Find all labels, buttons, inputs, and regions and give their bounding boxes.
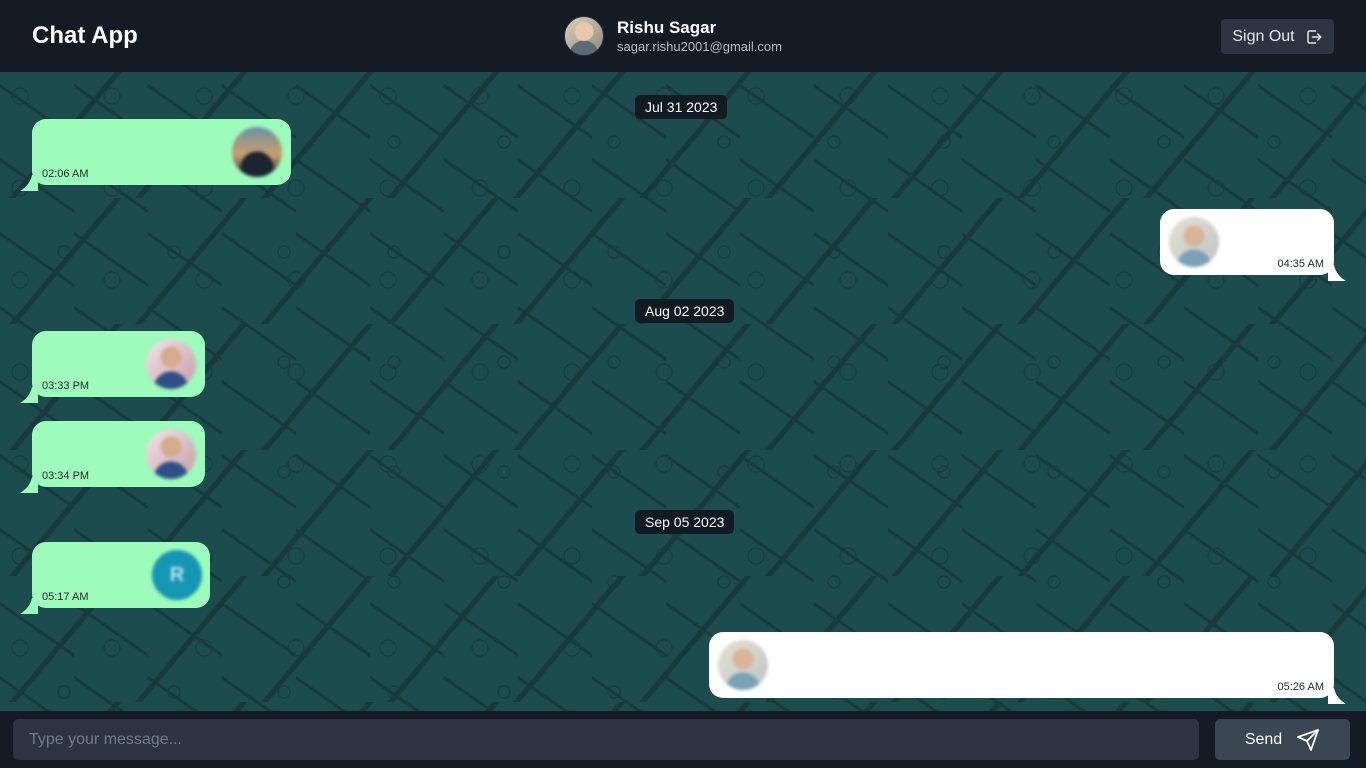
message-time: 05:26 AM (1277, 681, 1324, 693)
message-image[interactable] (232, 127, 282, 177)
bubble-tail (20, 477, 38, 493)
date-separator: Aug 02 2023 (635, 299, 735, 323)
avatar-letter: R (169, 563, 185, 586)
message-time: 02:06 AM (42, 168, 89, 180)
message-time: 05:17 AM (42, 591, 89, 603)
message-image[interactable] (146, 429, 196, 479)
message-bubble-incoming[interactable]: R 05:17 AM (20, 542, 210, 614)
app-title: Chat App (32, 22, 138, 49)
message-image[interactable] (718, 640, 768, 690)
bubble-tail (20, 175, 38, 191)
avatar (564, 16, 604, 56)
bubble-tail (1328, 265, 1346, 281)
date-separator: Jul 31 2023 (635, 95, 728, 119)
user-email: sagar.rishu2001@gmail.com (617, 39, 782, 54)
message-bubble-outgoing[interactable]: 05:26 AM (709, 632, 1346, 704)
message-image[interactable] (1169, 217, 1219, 267)
message-bubble-incoming[interactable]: 03:33 PM (20, 331, 205, 403)
send-button[interactable]: Send (1215, 719, 1350, 760)
message-bubble-incoming[interactable]: 02:06 AM (20, 119, 291, 191)
app-header: Chat App Rishu Sagar sagar.rishu2001@gma… (0, 0, 1366, 72)
message-composer: Send (0, 711, 1366, 768)
sign-out-icon (1306, 29, 1322, 44)
user-name: Rishu Sagar (617, 18, 717, 37)
message-image[interactable]: R (152, 550, 202, 600)
message-image[interactable] (146, 339, 196, 389)
bubble-tail (20, 387, 38, 403)
message-time: 04:35 AM (1277, 258, 1324, 270)
date-separator: Sep 05 2023 (635, 510, 735, 534)
sign-out-button[interactable]: Sign Out (1221, 19, 1334, 54)
send-icon (1297, 728, 1320, 751)
message-input[interactable] (13, 719, 1199, 760)
message-time: 03:33 PM (42, 380, 90, 392)
bubble-tail (1328, 688, 1346, 704)
chat-messages-area[interactable]: Jul 31 2023 02:06 AM 04:35 AM Aug 02 202… (0, 72, 1366, 711)
message-bubble-incoming[interactable]: 03:34 PM (20, 421, 205, 493)
send-label: Send (1244, 730, 1283, 748)
message-time: 03:34 PM (42, 470, 90, 482)
sign-out-label: Sign Out (1232, 27, 1295, 45)
bubble-tail (20, 598, 38, 614)
message-bubble-outgoing[interactable]: 04:35 AM (1160, 209, 1346, 281)
